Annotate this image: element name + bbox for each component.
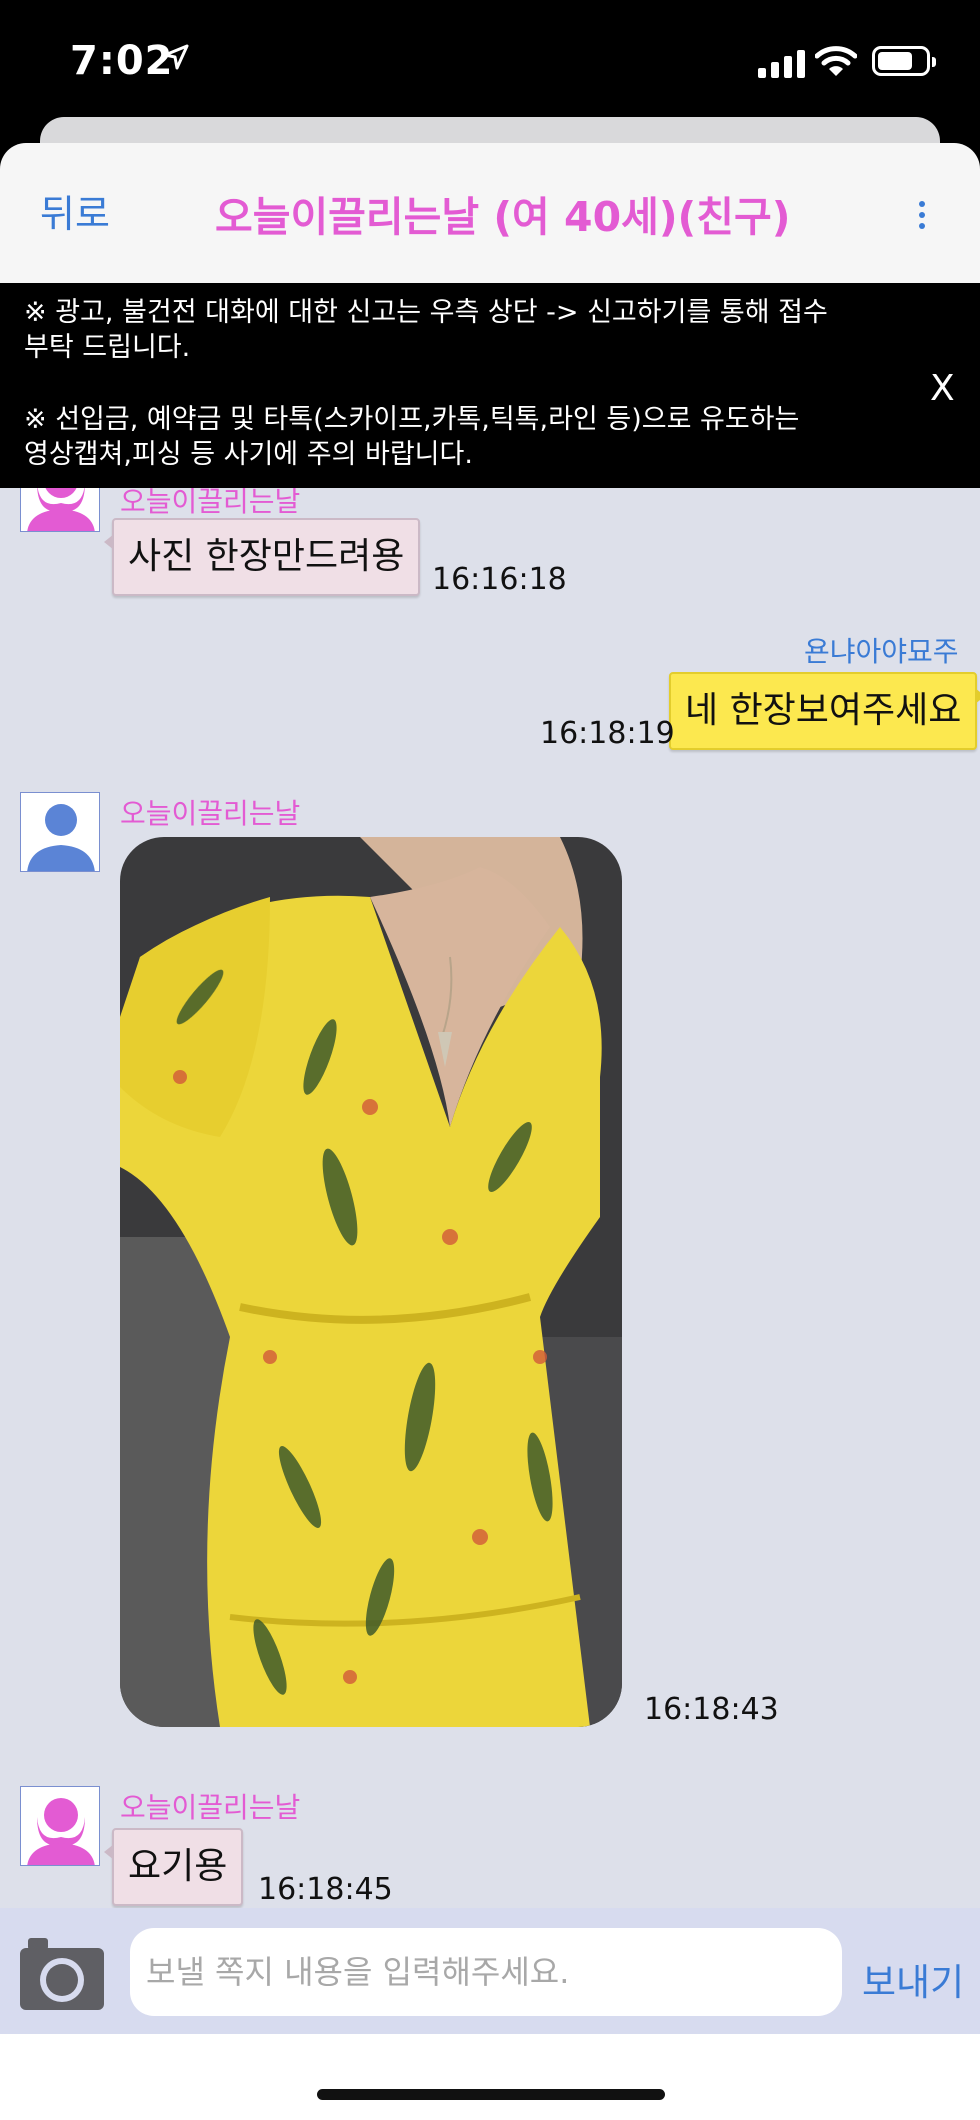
more-options-icon[interactable] xyxy=(912,201,932,233)
chat-area[interactable]: 오늘이끌리는날 사진 한장만드려용 16:16:18 욘냐아야묘주 네 한장보여… xyxy=(0,488,980,1908)
warning-notice: ※ 광고, 불건전 대화에 대한 신고는 우측 상단 -> 신고하기를 통해 접… xyxy=(0,283,980,488)
home-indicator[interactable] xyxy=(317,2089,665,2100)
sender-name: 오늘이끌리는날 xyxy=(120,1791,301,1824)
home-area xyxy=(0,2034,980,2120)
message-timestamp: 16:16:18 xyxy=(432,562,567,597)
message-bubble[interactable]: 요기용 xyxy=(103,1828,244,1906)
wifi-icon xyxy=(815,46,857,76)
female-avatar-icon[interactable] xyxy=(20,488,100,532)
camera-icon[interactable] xyxy=(18,1930,106,2012)
female-avatar-icon[interactable] xyxy=(20,1786,100,1866)
message-timestamp: 16:18:19 xyxy=(540,716,675,751)
status-bar: 7:02 xyxy=(0,0,980,120)
message-timestamp: 16:18:43 xyxy=(644,1692,779,1727)
back-button[interactable]: 뒤로 xyxy=(40,183,110,238)
notice-line: 영상캡쳐,피싱 등 사기에 주의 바랍니다. xyxy=(24,439,473,470)
location-arrow-icon xyxy=(163,44,189,70)
battery-icon xyxy=(872,46,936,76)
user-avatar-icon[interactable] xyxy=(20,792,100,872)
send-button[interactable]: 보내기 xyxy=(862,1952,964,2006)
message-input[interactable] xyxy=(130,1928,842,2016)
cellular-signal-icon xyxy=(758,48,805,78)
sender-name: 오늘이끌리는날 xyxy=(120,488,301,518)
notice-close-button[interactable]: X xyxy=(930,368,955,409)
notice-line: ※ 광고, 불건전 대화에 대한 신고는 우측 상단 -> 신고하기를 통해 접… xyxy=(24,297,828,328)
sender-name: 오늘이끌리는날 xyxy=(120,797,301,830)
message-bubble[interactable]: 네 한장보여주세요 xyxy=(669,672,980,750)
chat-title: 오늘이끌리는날 (여 40세)(친구) xyxy=(215,193,791,241)
sender-name: 욘냐아야묘주 xyxy=(804,635,959,668)
message-bubble[interactable]: 사진 한장만드려용 xyxy=(103,518,421,596)
shared-photo[interactable] xyxy=(120,837,622,1727)
message-timestamp: 16:18:45 xyxy=(258,1872,393,1907)
notice-line: ※ 선입금, 예약금 및 타톡(스카이프,카톡,틱톡,라인 등)으로 유도하는 xyxy=(24,404,800,435)
status-time: 7:02 xyxy=(70,38,174,84)
chat-header: 뒤로 오늘이끌리는날 (여 40세)(친구) xyxy=(0,143,980,283)
notice-line: 부탁 드립니다. xyxy=(24,332,191,363)
message-input-bar: 보내기 xyxy=(0,1908,980,2034)
